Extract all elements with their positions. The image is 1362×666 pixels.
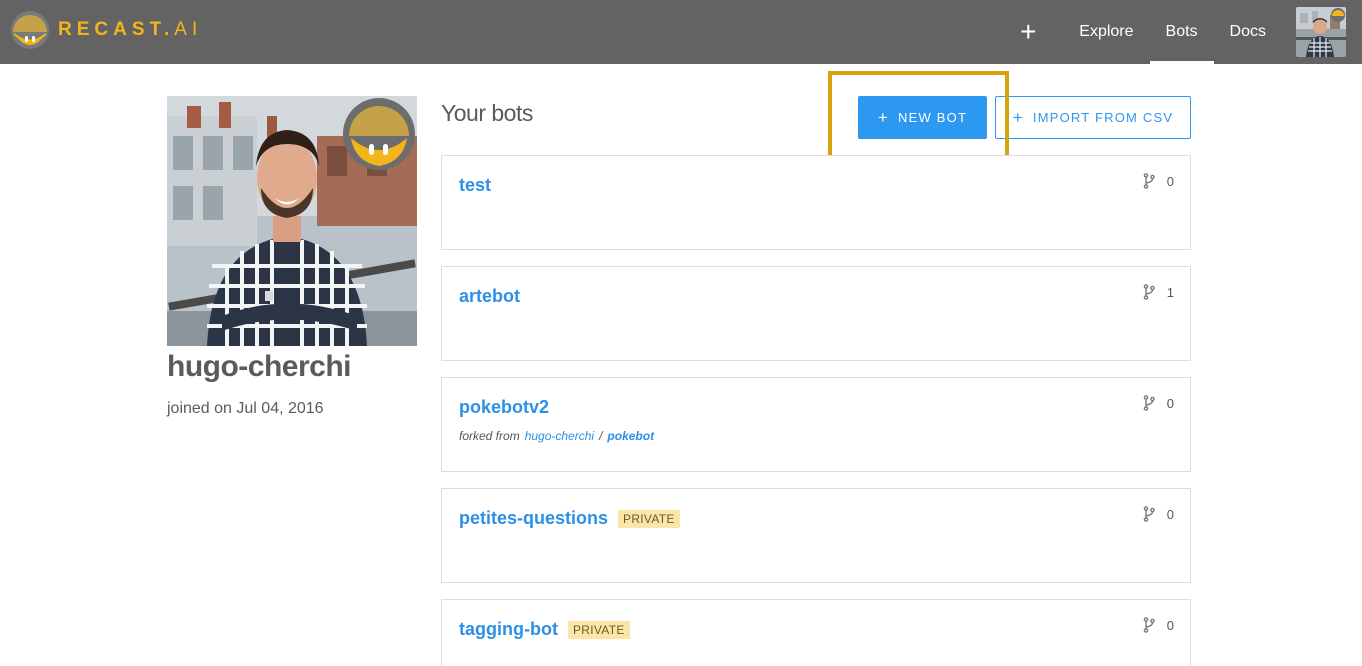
bot-name-link[interactable]: pokebotv2 <box>459 397 549 418</box>
bot-name-link[interactable]: tagging-bot PRIVATE <box>459 619 630 640</box>
nav-docs[interactable]: Docs <box>1214 0 1282 64</box>
fork-count: 1 <box>1143 284 1174 300</box>
forked-from-user-link[interactable]: hugo-cherchi <box>525 429 594 443</box>
top-navbar: RECAST.AI + Explore Bots Docs <box>0 0 1362 64</box>
nav-bots[interactable]: Bots <box>1149 0 1214 64</box>
fork-count: 0 <box>1143 506 1174 522</box>
bot-card-test[interactable]: test 0 <box>441 155 1191 250</box>
forked-from-info: forked from hugo-cherchi / pokebot <box>459 429 655 443</box>
import-csv-label: IMPORT FROM CSV <box>1032 110 1174 125</box>
new-bot-button[interactable]: + NEW BOT <box>858 96 987 139</box>
forked-from-bot-link[interactable]: pokebot <box>607 429 654 443</box>
fork-count: 0 <box>1143 395 1174 411</box>
profile-username: hugo-cherchi <box>167 350 352 383</box>
bot-card-artebot[interactable]: artebot 1 <box>441 266 1191 361</box>
new-bot-label: NEW BOT <box>898 110 968 125</box>
bot-card-tagging-bot[interactable]: tagging-bot PRIVATE 0 <box>441 599 1191 666</box>
bot-card-pokebotv2[interactable]: pokebotv2 forked from hugo-cherchi / pokebo… <box>441 377 1191 472</box>
plus-icon: + <box>877 108 890 127</box>
bot-name-link[interactable]: test <box>459 175 491 196</box>
main-nav: + Explore Bots Docs <box>1015 0 1362 64</box>
bot-card-petites-questions[interactable]: petites-questions PRIVATE 0 <box>441 488 1191 583</box>
brand-logo[interactable]: RECAST.AI <box>10 10 202 50</box>
fork-icon <box>1143 173 1155 189</box>
recast-logo-icon <box>10 10 50 50</box>
fork-icon <box>1143 284 1155 300</box>
fork-icon <box>1143 617 1155 633</box>
create-plus-button[interactable]: + <box>1015 0 1041 64</box>
fork-icon <box>1143 395 1155 411</box>
fork-count: 0 <box>1143 173 1174 189</box>
brand-name: RECAST.AI <box>58 19 203 40</box>
fork-icon <box>1143 506 1155 522</box>
user-avatar[interactable] <box>1296 7 1346 57</box>
import-csv-button[interactable]: + IMPORT FROM CSV <box>995 96 1191 139</box>
fork-count: 0 <box>1143 617 1174 633</box>
profile-photo <box>167 96 417 346</box>
plus-icon: + <box>1012 108 1024 127</box>
profile-joined-date: joined on Jul 04, 2016 <box>167 400 324 417</box>
nav-explore[interactable]: Explore <box>1063 0 1149 64</box>
private-badge: PRIVATE <box>567 620 630 639</box>
bots-section-title: Your bots <box>441 100 533 126</box>
bot-name-link[interactable]: artebot <box>459 286 520 307</box>
private-badge: PRIVATE <box>618 509 680 528</box>
bot-name-link[interactable]: petites-questions PRIVATE <box>459 508 680 529</box>
